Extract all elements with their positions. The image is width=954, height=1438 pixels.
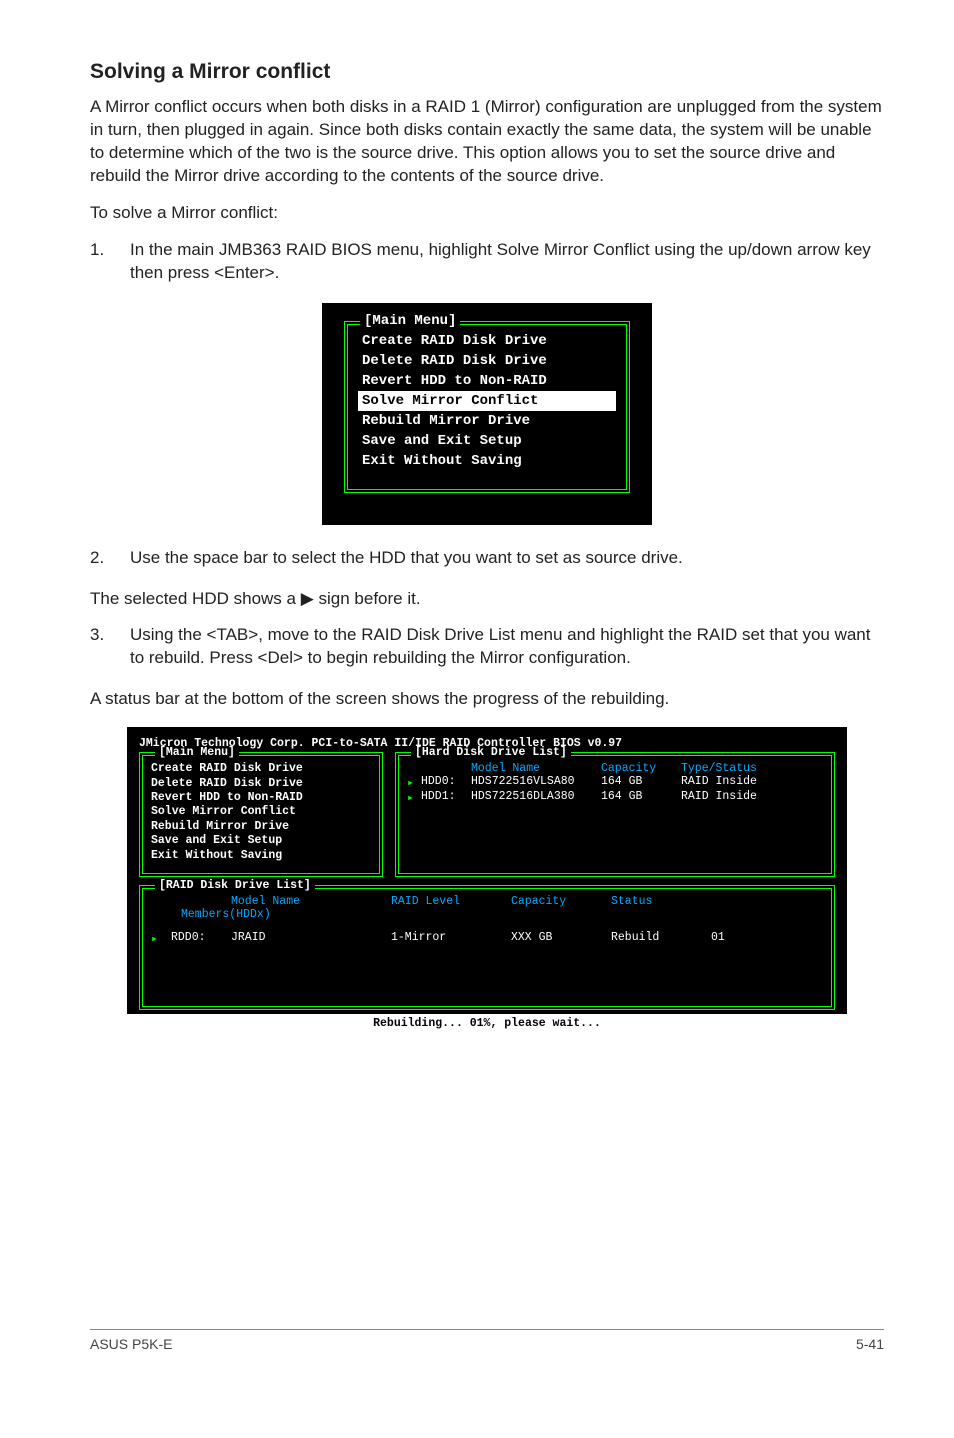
step-2: 2. Use the space bar to select the HDD t… [90,547,884,570]
hdd0-type: RAID Inside [681,775,757,790]
footer-left: ASUS P5K-E [90,1336,172,1352]
step-3-follow: A status bar at the bottom of the screen… [90,688,884,711]
panel-hdd-title: [Hard Disk Drive List] [411,746,571,759]
menu-item-exit-no-save[interactable]: Exit Without Saving [358,451,616,471]
menu-item-revert-hdd[interactable]: Revert HDD to Non-RAID [358,371,616,391]
panel-raid-list: [RAID Disk Drive List] Model Name RAID L… [139,885,835,1010]
footer-right: 5-41 [856,1336,884,1352]
hdd0-model: HDS722516VLSA80 [471,775,601,790]
step-3-number: 3. [90,624,130,647]
lead-line: To solve a Mirror conflict: [90,202,884,225]
hdd-row-0[interactable]: ▸ HDD0: HDS722516VLSA80 164 GB RAID Insi… [407,775,823,790]
panel-hdd-list: [Hard Disk Drive List] Model Name Capaci… [395,752,835,877]
step-1: 1. In the main JMB363 RAID BIOS menu, hi… [90,239,884,285]
main-item-delete[interactable]: Delete RAID Disk Drive [151,777,371,791]
bios-controller-screen: JMicron Technology Corp. PCI-to-SATA II/… [127,727,847,1033]
intro-paragraph: A Mirror conflict occurs when both disks… [90,96,884,188]
rdd0-status: Rebuild [611,931,711,946]
raid-hdr-level: RAID Level [391,895,511,908]
rebuild-status-bar: Rebuilding... 01%, please wait... [127,1014,847,1033]
rdd0-members: 01 [711,931,725,946]
main-item-create[interactable]: Create RAID Disk Drive [151,762,371,776]
raid-members-label: Members(HDDx) [181,908,823,921]
step-2-post: sign before it. [314,589,421,608]
step-2-text-a: Use the space bar to select the HDD that… [130,548,683,567]
section-title: Solving a Mirror conflict [90,60,884,84]
triangle-icon: ▶ [301,588,314,611]
hdd1-type: RAID Inside [681,790,757,805]
main-item-exit[interactable]: Exit Without Saving [151,849,371,863]
step-1-text: In the main JMB363 RAID BIOS menu, highl… [130,239,884,285]
step-1-number: 1. [90,239,130,262]
hdd-row-1[interactable]: ▸ HDD1: HDS722516DLA380 164 GB RAID Insi… [407,790,823,805]
panel-raid-title: [RAID Disk Drive List] [155,879,315,892]
bios-small-title: [Main Menu] [360,313,460,329]
raid-hdr-status: Status [611,895,652,908]
menu-item-rebuild-mirror[interactable]: Rebuild Mirror Drive [358,411,616,431]
hdd-hdr-type: Type/Status [681,762,757,775]
menu-item-create-raid[interactable]: Create RAID Disk Drive [358,331,616,351]
rdd0-capacity: XXX GB [511,931,611,946]
menu-item-save-exit[interactable]: Save and Exit Setup [358,431,616,451]
hdd1-model: HDS722516DLA380 [471,790,601,805]
triangle-icon: ▸ [407,775,421,790]
step-2-pre: The selected HDD shows a [90,589,301,608]
menu-item-solve-mirror[interactable]: Solve Mirror Conflict [358,391,616,411]
rdd0-name: JRAID [231,931,391,946]
hdd-hdr-model: Model Name [471,762,601,775]
raid-row-0[interactable]: ▸ RDD0: JRAID 1-Mirror XXX GB Rebuild 01 [151,931,823,946]
hdd1-capacity: 164 GB [601,790,681,805]
step-3: 3. Using the <TAB>, move to the RAID Dis… [90,624,884,670]
hdd0-id: HDD0: [421,775,471,790]
menu-item-delete-raid[interactable]: Delete RAID Disk Drive [358,351,616,371]
hdd1-id: HDD1: [421,790,471,805]
main-item-rebuild[interactable]: Rebuild Mirror Drive [151,820,371,834]
step-3-text: Using the <TAB>, move to the RAID Disk D… [130,624,884,670]
main-item-save[interactable]: Save and Exit Setup [151,834,371,848]
rdd0-id: RDD0: [171,931,231,946]
main-item-solve[interactable]: Solve Mirror Conflict [151,805,371,819]
triangle-icon: ▸ [151,931,171,946]
panel-main-menu: [Main Menu] Create RAID Disk Drive Delet… [139,752,383,877]
rdd0-level: 1-Mirror [391,931,511,946]
main-item-revert[interactable]: Revert HDD to Non-RAID [151,791,371,805]
bios-main-menu-small: [Main Menu] Create RAID Disk Drive Delet… [322,303,652,525]
hdd-hdr-capacity: Capacity [601,762,681,775]
panel-main-title: [Main Menu] [155,746,239,759]
triangle-icon: ▸ [407,790,421,805]
page-footer: ASUS P5K-E 5-41 [90,1329,884,1352]
step-2-text-b: The selected HDD shows a ▶ sign before i… [90,588,884,611]
step-2-number: 2. [90,547,130,570]
hdd0-capacity: 164 GB [601,775,681,790]
raid-hdr-capacity: Capacity [511,895,611,908]
raid-hdr-model: Model Name [231,895,391,908]
